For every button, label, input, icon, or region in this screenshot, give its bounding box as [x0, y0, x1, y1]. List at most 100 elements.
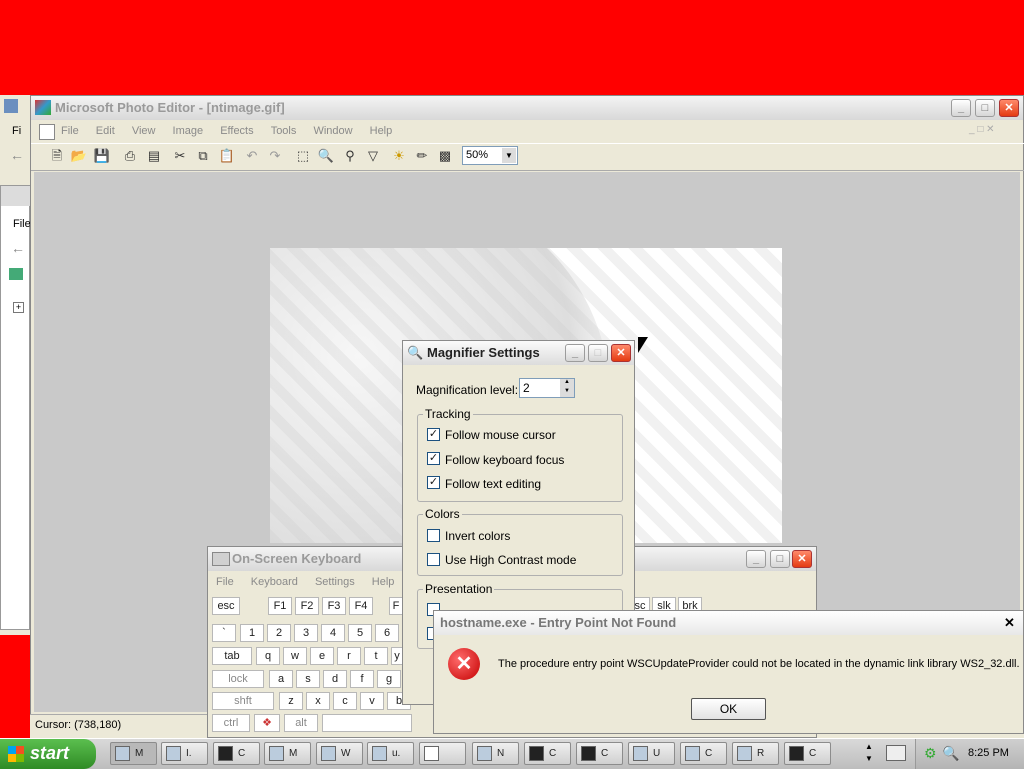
error-titlebar[interactable]: hostname.exe - Entry Point Not Found ✕: [434, 611, 1023, 635]
menu-window[interactable]: Window: [313, 125, 352, 137]
task-photo-editor[interactable]: M: [264, 742, 311, 765]
key-f2[interactable]: F2: [295, 597, 319, 615]
ok-button[interactable]: OK: [691, 698, 766, 720]
zoom-select[interactable]: 50% ▼: [462, 146, 518, 165]
follow-keyboard-label[interactable]: Follow keyboard focus: [445, 453, 564, 467]
windows-key-icon[interactable]: ❖: [254, 714, 280, 732]
new-icon[interactable]: 🗎: [48, 147, 66, 165]
photo-editor-titlebar[interactable]: Microsoft Photo Editor - [ntimage.gif] _…: [31, 96, 1023, 120]
mdi-controls[interactable]: _ □ ✕: [969, 124, 995, 135]
task-cmd-2[interactable]: C: [524, 742, 571, 765]
smudge-icon[interactable]: ☀: [390, 147, 408, 165]
save-icon[interactable]: 💾: [93, 147, 111, 165]
menu-file[interactable]: File: [61, 125, 79, 137]
taskbar-scroll[interactable]: ▲ ▼: [862, 741, 876, 767]
osk-menu-keyboard[interactable]: Keyboard: [251, 576, 298, 588]
menu-edit[interactable]: Edit: [96, 125, 115, 137]
expand-icon[interactable]: +: [13, 302, 24, 313]
error-close-icon[interactable]: ✕: [1004, 615, 1018, 630]
osk-menu-file[interactable]: File: [216, 576, 234, 588]
cut-icon[interactable]: ✂: [171, 147, 189, 165]
osk-menu-help[interactable]: Help: [372, 576, 395, 588]
pencil-icon[interactable]: ✏: [413, 147, 431, 165]
key-6[interactable]: 6: [375, 624, 399, 642]
key-5[interactable]: 5: [348, 624, 372, 642]
key-3[interactable]: 3: [294, 624, 318, 642]
key-d[interactable]: d: [323, 670, 347, 688]
task-magnifier[interactable]: M: [110, 742, 157, 765]
start-button[interactable]: start: [0, 739, 96, 769]
follow-keyboard-checkbox[interactable]: ✓: [427, 452, 440, 465]
key-t[interactable]: t: [364, 647, 388, 665]
paste-icon[interactable]: 📋: [218, 147, 236, 165]
menu-effects[interactable]: Effects: [220, 125, 253, 137]
follow-mouse-checkbox[interactable]: ✓: [427, 428, 440, 441]
key-f4[interactable]: F4: [349, 597, 373, 615]
osk-minimize-button[interactable]: _: [746, 550, 766, 568]
high-contrast-checkbox[interactable]: [427, 553, 440, 566]
key-g[interactable]: g: [377, 670, 401, 688]
key-ctrl[interactable]: ctrl: [212, 714, 250, 732]
chevron-down-icon[interactable]: ▼: [502, 148, 516, 163]
paint-icon[interactable]: ▩: [436, 147, 454, 165]
key-x[interactable]: x: [306, 692, 330, 710]
key-f1[interactable]: F1: [268, 597, 292, 615]
keyboard-tray-icon[interactable]: [886, 745, 906, 761]
key-e[interactable]: e: [310, 647, 334, 665]
key-f3[interactable]: F3: [322, 597, 346, 615]
task-ie[interactable]: I.: [161, 742, 208, 765]
task-cmd-4[interactable]: C: [784, 742, 831, 765]
key-tab[interactable]: tab: [212, 647, 252, 665]
key-a[interactable]: a: [269, 670, 293, 688]
spinner-down-icon[interactable]: ▼: [560, 388, 574, 397]
magnification-level-spinner[interactable]: 2 ▲ ▼: [519, 378, 575, 398]
transparent-icon[interactable]: ▽: [364, 147, 382, 165]
key-r[interactable]: r: [337, 647, 361, 665]
magnifier-close-button[interactable]: ✕: [611, 344, 631, 362]
maximize-button[interactable]: □: [975, 99, 995, 117]
key-alt[interactable]: alt: [284, 714, 318, 732]
eyedropper-icon[interactable]: ⚲: [341, 147, 359, 165]
key-z[interactable]: z: [279, 692, 303, 710]
key-capslock[interactable]: lock: [212, 670, 264, 688]
menu-view[interactable]: View: [132, 125, 156, 137]
scan-icon[interactable]: ▤: [145, 147, 163, 165]
follow-text-label[interactable]: Follow text editing: [445, 477, 541, 491]
task-u[interactable]: u.: [367, 742, 414, 765]
osk-close-button[interactable]: ✕: [792, 550, 812, 568]
key-c[interactable]: c: [333, 692, 357, 710]
menu-tools[interactable]: Tools: [271, 125, 297, 137]
open-icon[interactable]: 📂: [70, 147, 88, 165]
menu-file-label[interactable]: File: [13, 218, 31, 230]
task-w[interactable]: W: [316, 742, 363, 765]
magnifier-titlebar[interactable]: 🔍 Magnifier Settings _ □ ✕: [403, 341, 634, 365]
task-cmd-3[interactable]: C: [576, 742, 623, 765]
invert-colors-checkbox[interactable]: [427, 529, 440, 542]
minimize-button[interactable]: _: [951, 99, 971, 117]
close-button[interactable]: ✕: [999, 99, 1019, 117]
back-icon[interactable]: ←: [10, 147, 24, 163]
magnifier-minimize-button[interactable]: _: [565, 344, 585, 362]
magnifier-maximize-button[interactable]: □: [588, 344, 608, 362]
copy-icon[interactable]: ⧉: [194, 147, 212, 165]
osk-maximize-button[interactable]: □: [770, 550, 790, 568]
select-icon[interactable]: ⬚: [294, 147, 312, 165]
key-space[interactable]: [322, 714, 412, 732]
back-icon[interactable]: ←: [11, 240, 25, 256]
menu-file-label[interactable]: Fi: [12, 125, 21, 137]
key-4[interactable]: 4: [321, 624, 345, 642]
invert-colors-label[interactable]: Invert colors: [445, 529, 510, 543]
task-n[interactable]: N: [472, 742, 519, 765]
follow-text-checkbox[interactable]: ✓: [427, 476, 440, 489]
osk-menu-settings[interactable]: Settings: [315, 576, 355, 588]
network-icon[interactable]: ⚙: [924, 745, 937, 762]
key-esc[interactable]: esc: [212, 597, 240, 615]
task-c[interactable]: C: [680, 742, 727, 765]
magnifier-tray-icon[interactable]: 🔍: [942, 745, 959, 762]
menu-image[interactable]: Image: [173, 125, 204, 137]
task-u2[interactable]: U: [628, 742, 675, 765]
key-q[interactable]: q: [256, 647, 280, 665]
key-1[interactable]: 1: [240, 624, 264, 642]
menu-help[interactable]: Help: [370, 125, 393, 137]
key-f5[interactable]: F: [389, 597, 403, 615]
